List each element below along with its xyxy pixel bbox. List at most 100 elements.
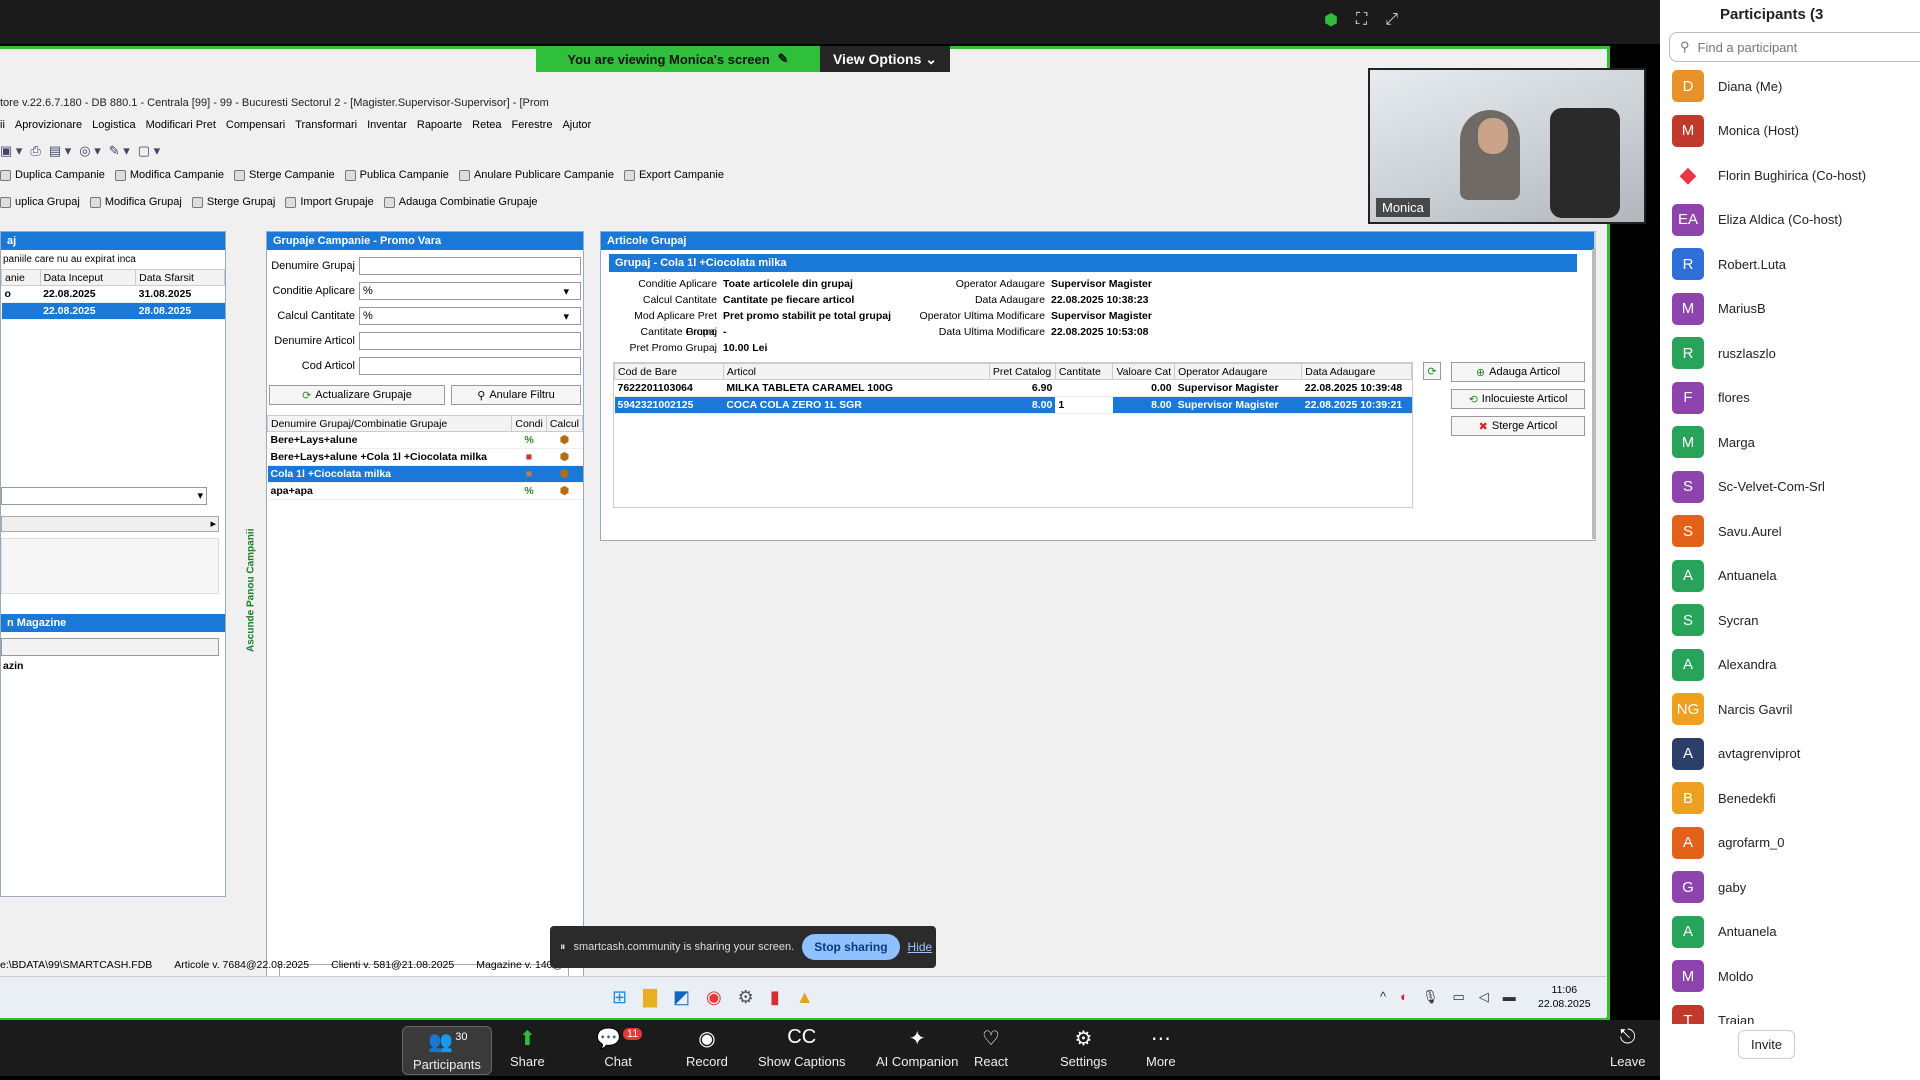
chat-button[interactable]: 💬 11 Chat [596, 1026, 643, 1069]
participant-item[interactable]: M Marga [1660, 420, 1920, 465]
horizontal-scrollbar[interactable]: ▸ [1, 516, 219, 532]
ai-companion-button[interactable]: ✦ AI Companion [876, 1026, 958, 1069]
article-row[interactable]: 7622201103064 MILKA TABLETA CARAMEL 100G 6… [614, 379, 1412, 397]
participant-item[interactable]: Aavtagrenviprot [1660, 732, 1920, 777]
campaign-dropdown[interactable]: ▾ [1, 487, 207, 505]
participant-item[interactable]: Aagrofarm_0 [1660, 821, 1920, 866]
participant-search[interactable]: ⚲ Find a participant [1669, 32, 1920, 62]
toolbar-button[interactable]: Modifica Campanie [114, 169, 224, 181]
more-button[interactable]: ⋯ More [1146, 1026, 1176, 1069]
article-col[interactable]: Cod de Bare [614, 363, 724, 380]
menu-item[interactable]: Rapoarte [417, 119, 462, 135]
filter-input[interactable] [359, 257, 581, 275]
view-options-button[interactable]: View Options ⌄ [820, 46, 950, 72]
volume-icon[interactable]: ◁ [1479, 989, 1489, 1005]
group-row[interactable]: Bere+Lays+alune% ⬢ [267, 431, 583, 449]
toolbar-button[interactable]: Import Grupaje [285, 196, 374, 208]
filter-input[interactable] [359, 357, 581, 375]
network-icon[interactable]: ▭ [1452, 989, 1464, 1005]
participant-item[interactable]: EA Eliza Aldica (Co-host) [1660, 198, 1920, 243]
menu-item[interactable]: Transformari [295, 119, 357, 135]
participant-item[interactable]: M MariusB [1660, 287, 1920, 332]
participant-item[interactable]: A Antuanela [1660, 910, 1920, 955]
filter-input[interactable] [359, 332, 581, 350]
menu-item[interactable]: Logistica [92, 119, 135, 135]
participant-item[interactable]: NG Narcis Gavril [1660, 687, 1920, 732]
campaign-notes-box[interactable] [1, 538, 219, 594]
article-col[interactable]: Articol [722, 363, 990, 380]
participant-item[interactable]: Fflores [1660, 376, 1920, 421]
windows-start-icon[interactable]: ⊞ [612, 987, 627, 1008]
clock[interactable]: 11:06 22.08.2025 [1538, 983, 1591, 1011]
folder-icon[interactable]: ▇ [643, 987, 657, 1008]
article-col[interactable]: Valoare Cat [1112, 363, 1176, 380]
filter-input[interactable]: % [359, 307, 581, 325]
menu-item[interactable]: Ferestre [512, 119, 553, 135]
chevron-down-icon[interactable]: ▾ [563, 285, 569, 298]
article-col[interactable]: Cantitate [1054, 363, 1114, 380]
refresh-articles-button[interactable]: ⟳ [1423, 362, 1441, 380]
participant-item[interactable]: R Robert.Luta [1660, 242, 1920, 287]
participant-item[interactable]: A Alexandra [1660, 643, 1920, 688]
toolbar-button[interactable]: Anulare Publicare Campanie [458, 169, 614, 181]
search-icon[interactable]: ◎ ▾ [79, 143, 100, 161]
chevron-up-icon[interactable]: ^ [1380, 989, 1386, 1005]
quantity-edit-cell[interactable]: 1 [1055, 396, 1113, 414]
toolbar-button[interactable]: uplica Grupaj [0, 196, 80, 208]
toolbar-button[interactable]: Sterge Campanie [234, 169, 335, 181]
article-col[interactable]: Data Adaugare [1301, 363, 1412, 380]
cancel-filter-button[interactable]: ⚲ Anulare Filtru [451, 385, 581, 405]
filter-input[interactable]: % [359, 282, 581, 300]
participant-item[interactable]: M Moldo [1660, 954, 1920, 999]
share-button[interactable]: ⬆ Share [510, 1026, 545, 1069]
invite-button[interactable]: Invite [1738, 1030, 1796, 1059]
settings-app-icon[interactable]: ⚙ [738, 987, 754, 1008]
expand-icon[interactable]: ⤢ [1385, 11, 1398, 29]
add-article-button[interactable]: ⊕ Adauga Articol [1451, 362, 1585, 382]
show-captions-button[interactable]: CC Show Captions [758, 1026, 845, 1069]
print-icon[interactable]: ⎙ [30, 143, 40, 161]
participant-item[interactable]: M Monica (Host) [1660, 109, 1920, 154]
participant-item[interactable]: A Antuanela [1660, 554, 1920, 599]
app-icon[interactable]: ▲ [796, 987, 814, 1008]
chevron-down-icon[interactable]: ▾ [563, 310, 569, 323]
chrome-icon[interactable]: ◉ [706, 987, 722, 1008]
article-col[interactable]: Operator Adaugare [1174, 363, 1303, 380]
menu-item[interactable]: Modificari Pret [146, 119, 216, 135]
tray-app-icon[interactable]: ◐ [1400, 989, 1408, 1005]
menu-item[interactable]: Aprovizionare [15, 119, 82, 135]
menu-item[interactable]: Retea [472, 119, 501, 135]
group-row[interactable]: Bere+Lays+alune +Cola 1l +Ciocolata milk… [267, 448, 583, 466]
fullscreen-icon[interactable]: ⛶ [1356, 11, 1367, 29]
search-input[interactable]: Find a participant [1698, 40, 1798, 55]
pdf-icon[interactable]: ▮ [770, 987, 780, 1008]
participant-item[interactable]: Ggaby [1660, 865, 1920, 910]
menu-item[interactable]: Ajutor [562, 119, 591, 135]
table-row[interactable]: o 22.08.2025 31.08.2025 [1, 285, 225, 303]
toolbar-button[interactable]: Publica Campanie [344, 169, 449, 181]
nav-icon[interactable]: ▣ ▾ [0, 143, 22, 161]
pause-icon[interactable]: ⏸ [560, 941, 566, 954]
menu-item[interactable]: Inventar [367, 119, 407, 135]
participant-item[interactable]: Rruszlaszlo [1660, 331, 1920, 376]
mic-icon[interactable]: 🎙 [1422, 989, 1439, 1005]
react-button[interactable]: ♡ React [974, 1026, 1008, 1069]
battery-icon[interactable]: ▬ [1503, 989, 1516, 1005]
outlook-icon[interactable]: ◩ [673, 987, 690, 1008]
page-icon[interactable]: ▢ ▾ [138, 143, 160, 161]
participant-item[interactable]: B Benedekfi [1660, 776, 1920, 821]
leave-button[interactable]: ⎋ Leave [1610, 1026, 1645, 1069]
participant-item[interactable]: D Diana (Me) [1660, 64, 1920, 109]
table-row-selected[interactable]: 22.08.2025 28.08.2025 [1, 302, 225, 320]
update-groups-button[interactable]: ⟳ Actualizare Grupaje [269, 385, 445, 405]
replace-article-button[interactable]: ⟲ Inlocuieste Articol [1451, 389, 1585, 409]
toolbar-button[interactable]: Duplica Campanie [0, 169, 105, 181]
stop-sharing-button[interactable]: Stop sharing [802, 934, 900, 960]
menu-item[interactable]: ii [0, 119, 5, 135]
participant-item[interactable]: S Savu.Aurel [1660, 509, 1920, 554]
participant-item[interactable]: S Sycran [1660, 598, 1920, 643]
settings-button[interactable]: ⚙ Settings [1060, 1026, 1107, 1069]
article-col[interactable]: Pret Catalog [988, 363, 1056, 380]
toolbar-button[interactable]: Sterge Grupaj [191, 196, 275, 208]
participant-item[interactable]: S Sc-Velvet-Com-Srl [1660, 465, 1920, 510]
